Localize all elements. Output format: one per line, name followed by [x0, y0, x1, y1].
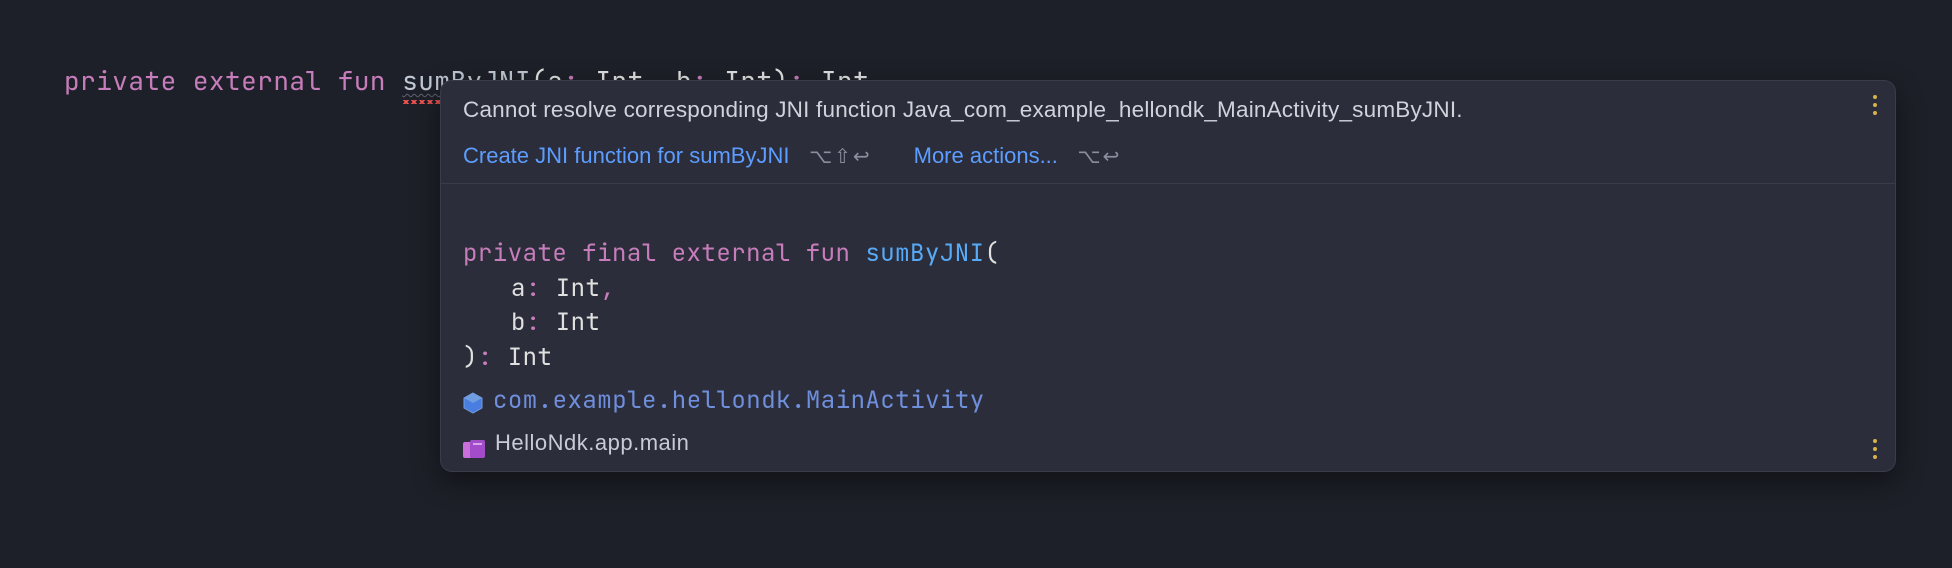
keyword-external: external [193, 63, 322, 98]
more-options-icon[interactable] [1873, 439, 1877, 459]
containing-module-row[interactable]: HelloNdk.app.main [463, 427, 1873, 459]
action-link[interactable]: Create JNI function for sumByJNI [463, 143, 789, 168]
action-create-jni[interactable]: Create JNI function for sumByJNI ⌥⇧↩ [463, 143, 872, 169]
tooltip-header-section: Cannot resolve corresponding JNI functio… [441, 81, 1895, 184]
module-path: HelloNdk.app.main [495, 427, 689, 459]
inspection-tooltip: Cannot resolve corresponding JNI functio… [440, 80, 1896, 472]
return-type: Int [508, 342, 553, 373]
containing-class-row[interactable]: com.example.hellondk.MainActivity [463, 384, 1873, 419]
colon: : [526, 273, 541, 304]
param-b: b [511, 307, 526, 338]
function-name: sumByJNI [865, 238, 984, 269]
keyword-private: private [463, 238, 567, 269]
error-message: Cannot resolve corresponding JNI functio… [463, 97, 1873, 123]
keyword-private: private [64, 63, 177, 98]
class-path: com.example.hellondk.MainActivity [493, 384, 985, 419]
class-icon [463, 390, 483, 412]
keyword-external: external [672, 238, 791, 269]
paren-close: ) [463, 342, 478, 373]
colon: : [478, 342, 493, 373]
colon: : [526, 307, 541, 338]
quickfix-actions: Create JNI function for sumByJNI ⌥⇧↩ Mor… [463, 143, 1873, 169]
module-icon [463, 434, 485, 452]
keyword-fun: fun [338, 63, 386, 98]
paren-open: ( [985, 238, 1000, 269]
action-more[interactable]: More actions... ⌥↩ [914, 143, 1122, 169]
keyword-final: final [582, 238, 657, 269]
type-int: Int [556, 307, 601, 338]
keyword-fun: fun [806, 238, 851, 269]
shortcut-hint: ⌥↩ [1078, 146, 1122, 168]
shortcut-hint: ⌥⇧↩ [809, 146, 872, 168]
comma: , [600, 273, 615, 304]
type-int: Int [556, 273, 601, 304]
param-a: a [511, 273, 526, 304]
more-options-icon[interactable] [1873, 95, 1877, 115]
signature-block: private final external fun sumByJNI( a: … [441, 184, 1895, 471]
action-link[interactable]: More actions... [914, 143, 1058, 168]
